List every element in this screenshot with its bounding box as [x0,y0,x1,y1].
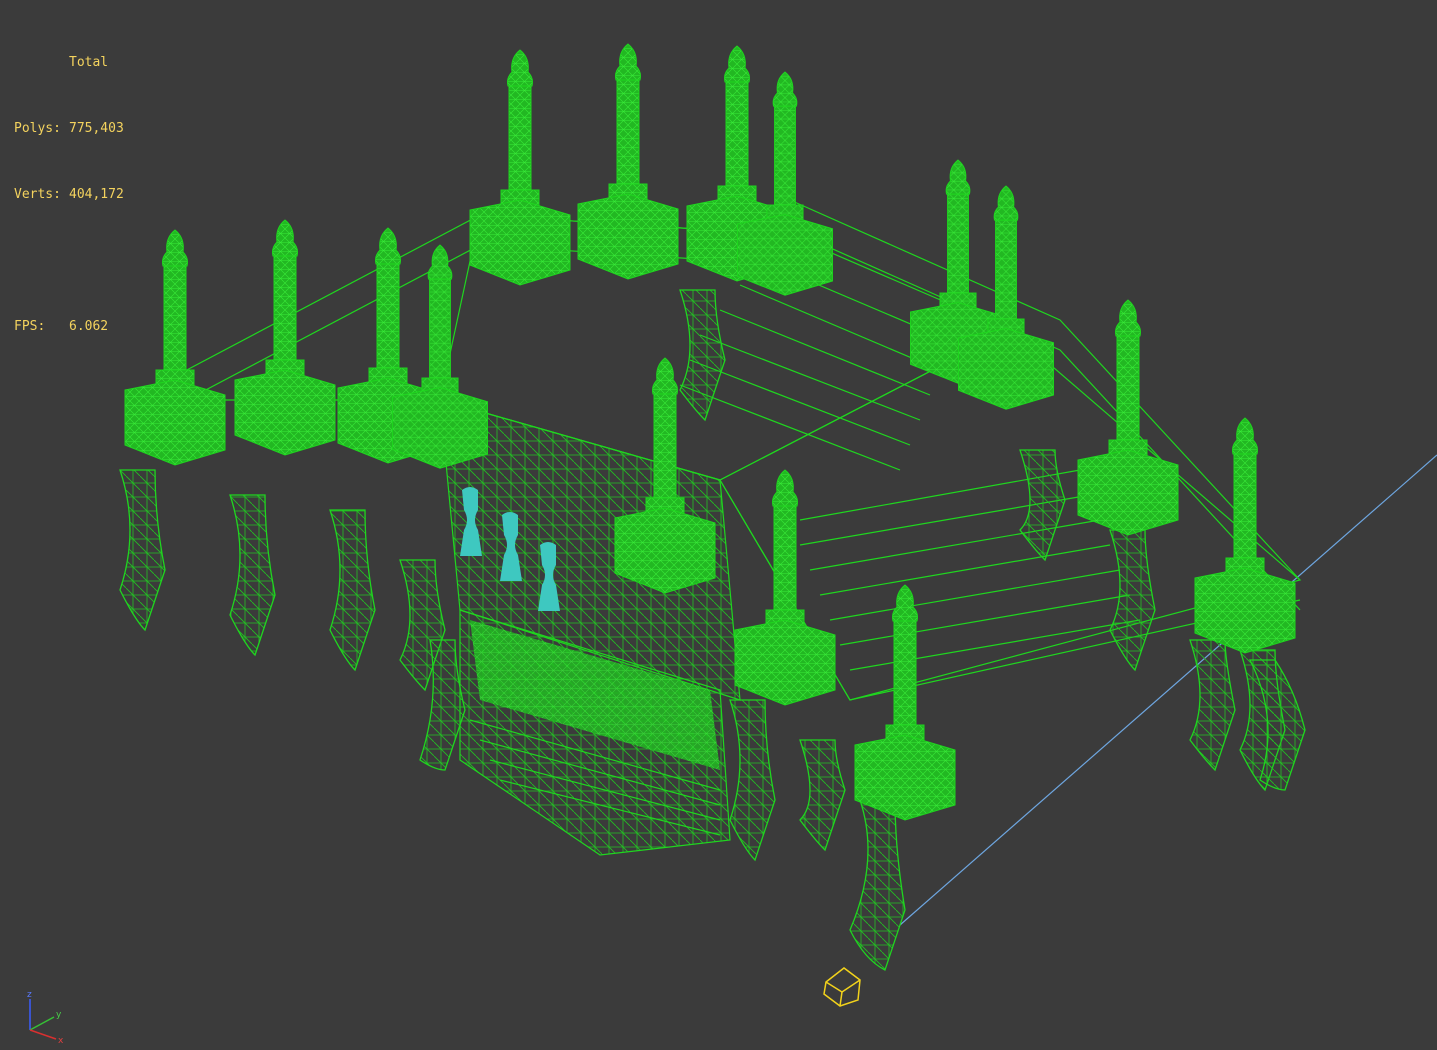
balustrade-post [124,229,226,466]
fps-label: FPS: [14,319,46,334]
balustrade-post [734,469,836,706]
balustrade-post [577,43,679,280]
axis-y-label: y [56,1010,62,1020]
wireframe-scene[interactable] [0,0,1437,1050]
verts-label: Verts: [14,187,61,202]
balustrade-post [1077,299,1179,536]
stats-header: Total [69,55,109,70]
camera-gizmo [823,967,861,1007]
grid-axis-line [899,454,1437,926]
3d-viewport[interactable]: Total Polys: 775,403 Verts: 404,172 FPS: 6.… [0,0,1437,1050]
balustrade-post [469,49,571,286]
axis-tripod-icon: z y x [27,990,64,1045]
stats-verts-row: Verts: 404,172 [14,184,124,206]
balustrade-post [1194,417,1296,654]
axis-z-label: z [27,990,32,1000]
balustrade-post [234,219,336,456]
fps-value: 6.062 [69,319,109,334]
balustrade-post [854,584,956,821]
stats-polys-row: Polys: 775,403 [14,118,124,140]
stats-fps-row: FPS: 6.062 [14,316,124,338]
balustrade-post [392,244,488,469]
polys-value: 775,403 [69,121,124,136]
verts-value: 404,172 [69,187,124,202]
balustrade-post [737,71,833,296]
viewport-statistics: Total Polys: 775,403 Verts: 404,172 FPS: 6.… [14,8,124,382]
polys-label: Polys: [14,121,61,136]
axis-x-label: x [58,1036,64,1045]
